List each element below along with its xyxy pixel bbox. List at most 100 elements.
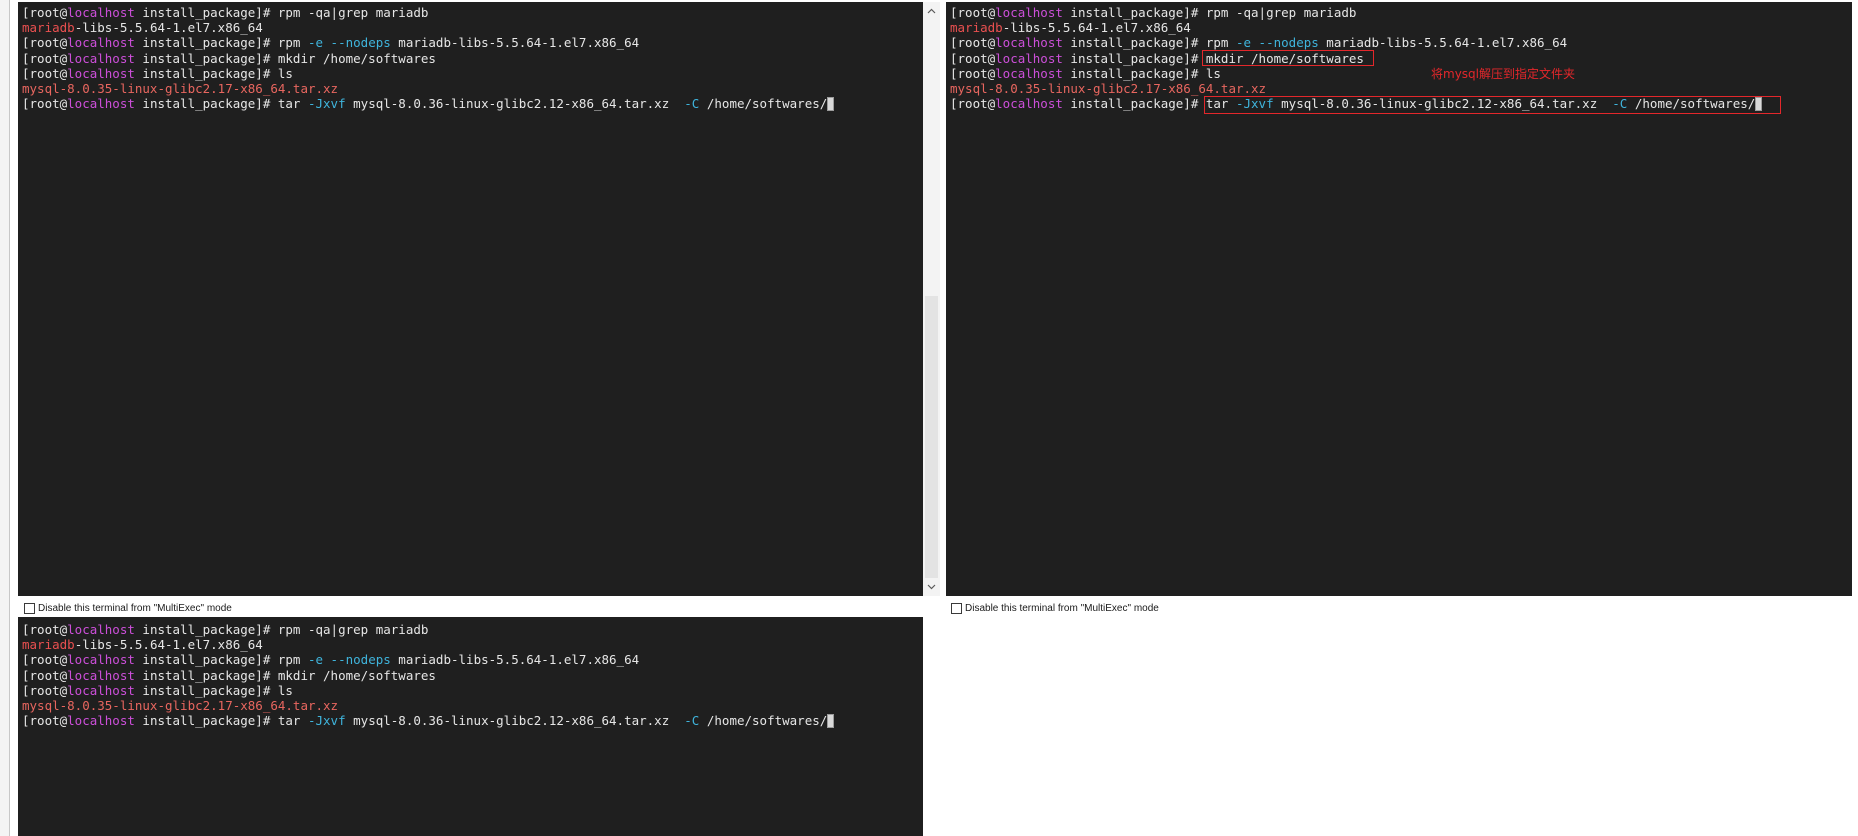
terminal-text-segment: /home/softwares/ (699, 713, 828, 729)
terminal-text-segment: [root@ (950, 65, 996, 81)
terminal-text-segment: localhost (67, 96, 135, 112)
terminal-text-segment: mariadb-libs-5.5.64-1.el7.x86_64 (390, 35, 640, 51)
terminal-text-segment: localhost (67, 667, 135, 683)
terminal-line: mariadb-libs-5.5.64-1.el7.x86_64 (950, 20, 1762, 35)
terminal-text-segment: localhost (67, 622, 135, 637)
terminal-text-segment: localhost (67, 50, 135, 66)
terminal-output[interactable]: [root@localhost install_package]# rpm -q… (18, 617, 835, 729)
terminal-line: [root@localhost install_package]# rpm -e… (22, 35, 834, 50)
terminal-pane-top-right[interactable]: [root@localhost install_package]# rpm -q… (946, 2, 1852, 596)
terminal-text-segment: -Jxvf (307, 713, 346, 729)
scroll-up-icon[interactable] (923, 4, 940, 18)
terminal-text-segment: localhost (67, 652, 135, 668)
terminal-text-segment: [root@ (950, 5, 996, 20)
terminal-line: [root@localhost install_package]# mkdir … (22, 668, 834, 683)
terminal-text-segment: -e --nodeps (307, 652, 391, 668)
terminal-text-segment: install_package]# rpm -qa|grep mariadb (134, 5, 429, 20)
terminal-text-segment: localhost (995, 50, 1063, 66)
terminal-text-segment: [root@ (22, 65, 68, 81)
multiexec-checkbox-label: Disable this terminal from "MultiExec" m… (965, 602, 1159, 614)
terminal-text-segment: localhost (67, 682, 135, 698)
terminal-text-segment: [root@ (22, 713, 68, 729)
terminal-text-segment: -libs-5.5.64-1.el7.x86_64 (1002, 20, 1191, 36)
terminal-text-segment: install_package]# tar (134, 96, 308, 112)
terminal-text-segment: mariadb-libs-5.5.64-1.el7.x86_64 (1318, 35, 1568, 51)
terminal-text-segment: install_package]# mkdir /home/softwares (134, 50, 436, 66)
terminal-line: [root@localhost install_package]# ls (22, 66, 834, 81)
terminal-text-segment: [root@ (22, 652, 68, 668)
annotation-box-mkdir (1201, 50, 1374, 66)
multiexec-toggle-top-right[interactable]: Disable this terminal from "MultiExec" m… (951, 601, 1159, 615)
terminal-text-segment: [root@ (22, 50, 68, 66)
terminal-line: mysql-8.0.35-linux-glibc2.17-x86_64.tar.… (22, 698, 834, 713)
terminal-cursor (827, 97, 835, 112)
terminal-text-segment: localhost (67, 713, 135, 729)
terminal-text-segment: mysql-8.0.35-linux-glibc2.17-x86_64.tar.… (950, 80, 1267, 96)
terminal-text-segment: localhost (995, 5, 1063, 20)
terminal-text-segment: install_package]# ls (134, 682, 293, 698)
terminal-text-segment: -C (684, 96, 700, 112)
terminal-text-segment: -C (684, 713, 700, 729)
terminal-text-segment: install_package]# rpm (1062, 35, 1236, 51)
terminal-text-segment: -libs-5.5.64-1.el7.x86_64 (74, 637, 263, 653)
terminal-pane-top-left[interactable]: [root@localhost install_package]# rpm -q… (18, 2, 923, 596)
terminal-text-segment: localhost (995, 35, 1063, 51)
terminal-text-segment: mysql-8.0.35-linux-glibc2.17-x86_64.tar.… (22, 697, 339, 713)
terminal-text-segment: install_package]# ls (134, 65, 293, 81)
terminal-text-segment: -libs-5.5.64-1.el7.x86_64 (74, 20, 263, 36)
terminal-line: [root@localhost install_package]# ls (22, 683, 834, 698)
terminal-text-segment: -Jxvf (307, 96, 346, 112)
terminal-line: mysql-8.0.35-linux-glibc2.17-x86_64.tar.… (22, 81, 834, 96)
multiexec-checkbox[interactable] (24, 602, 35, 614)
terminal-text-segment: localhost (995, 65, 1063, 81)
terminal-line: [root@localhost install_package]# rpm -e… (22, 652, 834, 667)
terminal-line: mysql-8.0.35-linux-glibc2.17-x86_64.tar.… (950, 81, 1762, 96)
terminal-line: [root@localhost install_package]# mkdir … (22, 51, 834, 66)
multiexec-toggle-top-left[interactable]: Disable this terminal from "MultiExec" m… (24, 601, 232, 615)
terminal-text-segment: mysql-8.0.36-linux-glibc2.12-x86_64.tar.… (345, 713, 685, 729)
scrollbar-thumb[interactable] (925, 296, 938, 578)
terminal-output[interactable]: [root@localhost install_package]# rpm -q… (18, 2, 835, 112)
terminal-text-segment: localhost (67, 5, 135, 20)
terminal-text-segment: install_package]# ls (1062, 65, 1221, 81)
terminal-text-segment: install_package]# rpm (134, 35, 308, 51)
terminal-line: [root@localhost install_package]# rpm -q… (22, 622, 834, 637)
terminal-line: mariadb-libs-5.5.64-1.el7.x86_64 (22, 637, 834, 652)
terminal-text-segment: install_package]# rpm (134, 652, 308, 668)
terminal-text-segment: install_package]# tar (134, 713, 308, 729)
terminal-text-segment: localhost (67, 65, 135, 81)
terminal-text-segment: -e --nodeps (307, 35, 391, 51)
terminal-line: [root@localhost install_package]# rpm -q… (950, 5, 1762, 20)
terminal-text-segment: -e --nodeps (1235, 35, 1319, 51)
terminal-text-segment: mysql-8.0.35-linux-glibc2.17-x86_64.tar.… (22, 80, 339, 96)
annotation-box-tar (1203, 96, 1781, 114)
terminal-text-segment: [root@ (950, 96, 996, 112)
terminal-text-segment: install_package]# rpm -qa|grep mariadb (1062, 5, 1357, 20)
terminal-scrollbar[interactable] (923, 2, 940, 596)
terminal-text-segment: [root@ (22, 682, 68, 698)
terminal-pane-bottom-left[interactable]: [root@localhost install_package]# rpm -q… (18, 617, 923, 836)
terminal-text-segment: mariadb (22, 20, 75, 36)
terminal-text-segment: /home/softwares/ (699, 96, 828, 112)
terminal-text-segment: install_package]# mkdir /home/softwares (134, 667, 436, 683)
terminal-line: [root@localhost install_package]# tar -J… (22, 96, 835, 112)
terminal-text-segment: mariadb (22, 637, 75, 653)
multiexec-checkbox[interactable] (951, 602, 962, 614)
terminal-text-segment: [root@ (22, 35, 68, 51)
terminal-cursor (827, 714, 835, 729)
terminal-text-segment: [root@ (22, 5, 68, 20)
terminal-text-segment: install_package]# rpm -qa|grep mariadb (134, 622, 429, 637)
terminal-text-segment: [root@ (22, 96, 68, 112)
scroll-down-icon[interactable] (923, 580, 940, 594)
annotation-note: 将mysql解压到指定文件夹 (1431, 67, 1575, 81)
terminal-line: mariadb-libs-5.5.64-1.el7.x86_64 (22, 20, 834, 35)
terminal-line: [root@localhost install_package]# rpm -q… (22, 5, 834, 20)
terminal-text-segment: mariadb-libs-5.5.64-1.el7.x86_64 (390, 652, 640, 668)
terminal-line: [root@localhost install_package]# rpm -e… (950, 35, 1762, 50)
multiexec-checkbox-label: Disable this terminal from "MultiExec" m… (38, 602, 232, 614)
terminal-line: [root@localhost install_package]# tar -J… (22, 713, 835, 729)
terminal-text-segment: [root@ (950, 35, 996, 51)
terminal-text-segment: localhost (67, 35, 135, 51)
terminal-line: [root@localhost install_package]# ls (950, 66, 1762, 81)
terminal-text-segment: mariadb (950, 20, 1003, 36)
